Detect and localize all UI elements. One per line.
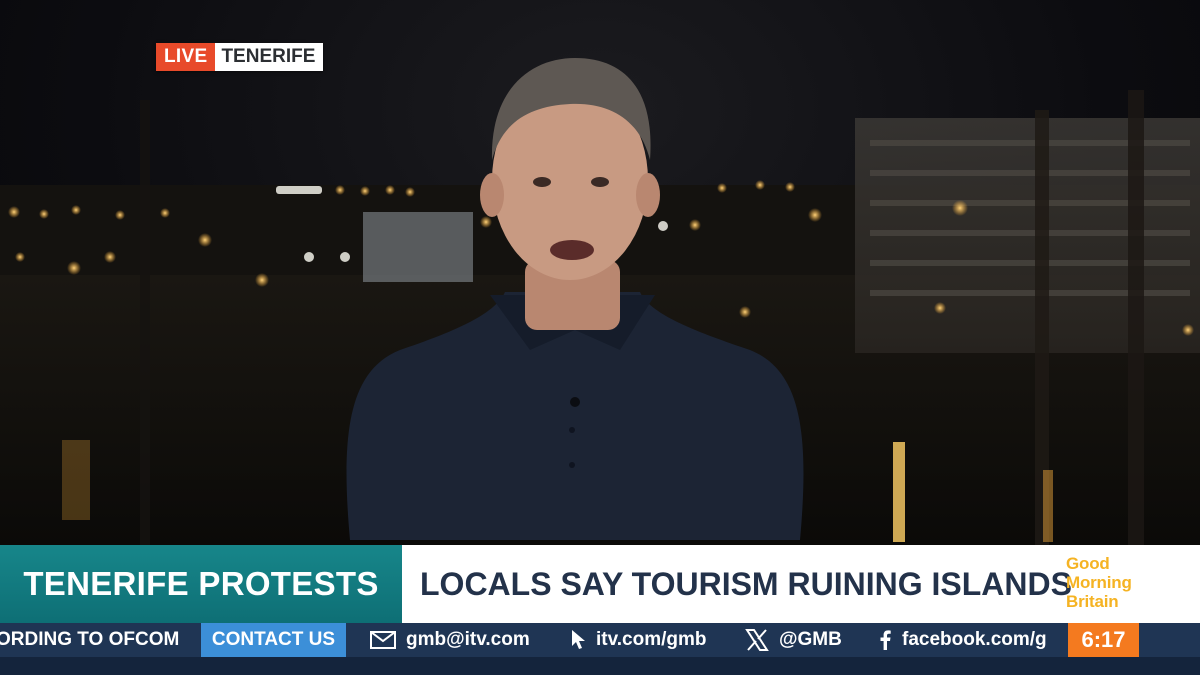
ticker-website: itv.com/gmb [570,623,707,657]
gmb-logo: Good Morning Britain [1066,554,1142,611]
broadcast-frame: LIVE TENERIFE TENERIFE PROTESTS LOCALS S… [0,0,1200,675]
presenter-silhouette [346,58,804,540]
topic-strap: TENERIFE PROTESTS [0,545,402,623]
lower-third: TENERIFE PROTESTS LOCALS SAY TOURISM RUI… [0,545,1200,623]
headline-strap: LOCALS SAY TOURISM RUINING ISLANDS Good … [402,545,1200,623]
x-handle-text: @GMB [779,629,842,650]
cursor-icon [572,630,585,649]
contact-us-label: CONTACT US [201,623,346,657]
live-label: LIVE [156,43,216,71]
news-ticker: ORDING TO OFCOM CONTACT US gmb@itv.com i… [0,623,1200,675]
ticker-x: @GMB [745,623,842,657]
website-text: itv.com/gmb [596,629,707,650]
facebook-icon [880,630,891,650]
envelope-icon [370,631,396,649]
logo-line-3: Britain [1066,592,1119,611]
ticker-facebook: facebook.com/g [878,623,1047,657]
facebook-text: facebook.com/g [902,629,1047,650]
location-label: TENERIFE [215,43,324,71]
x-logo-icon [745,629,769,651]
ticker-email: gmb@itv.com [370,623,530,657]
email-text: gmb@itv.com [406,629,530,650]
headline-text: LOCALS SAY TOURISM RUINING ISLANDS [420,566,1072,602]
logo-line-2: Morning [1066,573,1132,592]
ticker-base-bar [0,657,1200,675]
clock: 6:17 [1068,623,1139,657]
ticker-scroll-text: ORDING TO OFCOM [0,629,180,650]
logo-line-1: Good [1066,554,1110,573]
live-location-bug: LIVE TENERIFE [156,43,324,71]
